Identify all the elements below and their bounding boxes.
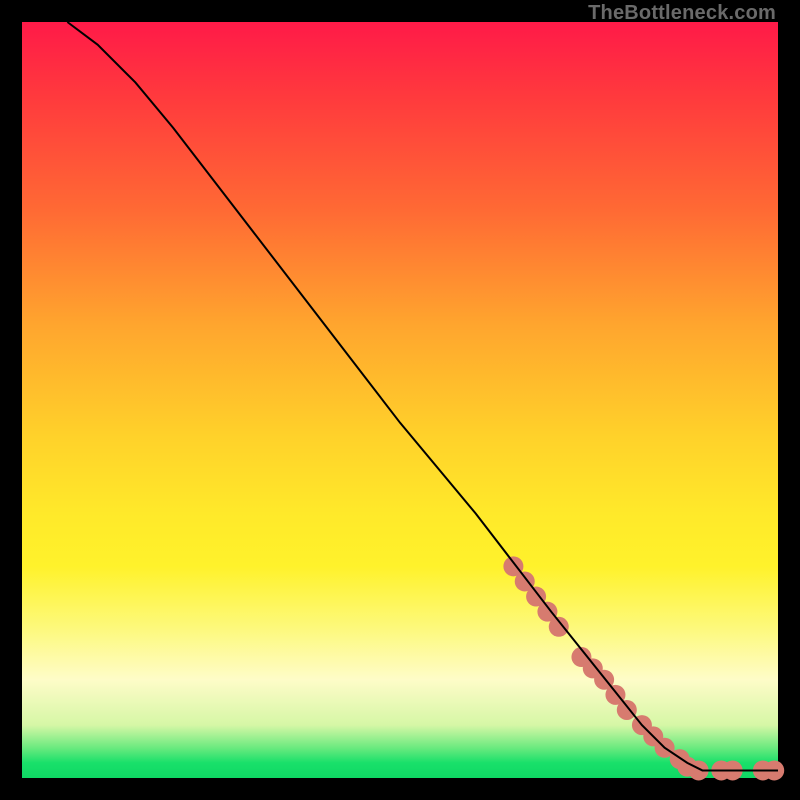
chart-frame: TheBottleneck.com [0,0,800,800]
chart-svg [22,22,778,778]
marker-layer [503,556,784,780]
curve-path [67,22,778,770]
marker-dot [617,700,637,720]
